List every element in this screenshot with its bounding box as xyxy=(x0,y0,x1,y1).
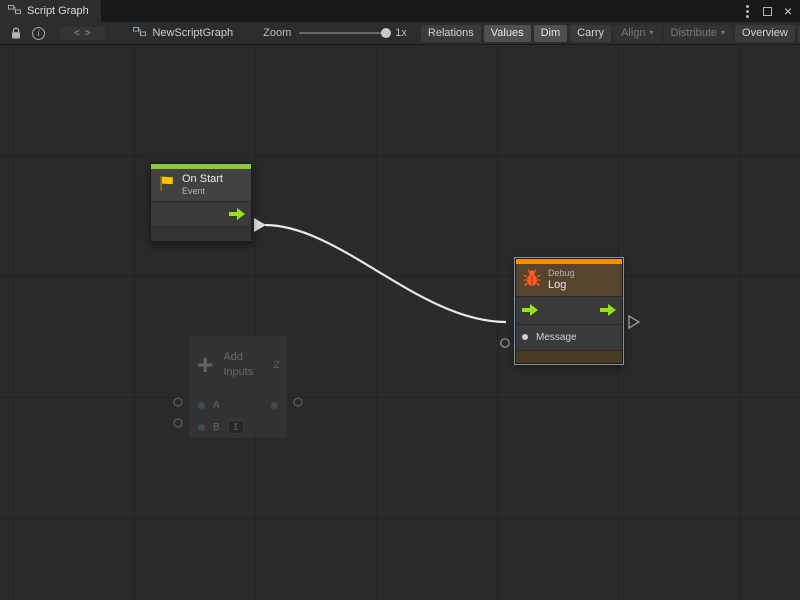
port-a-dot xyxy=(198,402,205,409)
trigger-input-port[interactable] xyxy=(522,304,538,316)
chevron-down-icon: ▾ xyxy=(650,29,654,37)
graph-canvas[interactable]: On Start Event xyxy=(0,45,800,600)
flag-icon xyxy=(157,174,176,196)
trigger-output-port[interactable] xyxy=(600,304,616,316)
port-b-dot xyxy=(198,424,205,431)
on-start-flow-row xyxy=(151,201,251,226)
node-on-start[interactable]: On Start Event xyxy=(150,163,252,242)
output-dot xyxy=(271,402,278,409)
connection-source-arrow xyxy=(254,218,266,232)
inputs-count: 2 xyxy=(273,359,279,371)
debug-log-flow-row xyxy=(516,296,622,324)
code-preview-icon[interactable]: < > xyxy=(60,27,105,40)
dim-button[interactable]: Dim xyxy=(534,25,568,42)
lock-icon[interactable] xyxy=(5,27,27,40)
values-button[interactable]: Values xyxy=(484,25,531,42)
zoom-control: Zoom 1x xyxy=(263,27,407,39)
message-port-dot[interactable] xyxy=(522,334,528,340)
log-output-hint-arrow xyxy=(629,316,639,328)
graph-asset-icon xyxy=(133,26,146,40)
on-start-footer xyxy=(151,226,251,241)
node-title-line1: Add xyxy=(223,350,253,365)
node-add-inputs-ghost: + Add Inputs 2 A B 1 xyxy=(188,335,288,439)
add-inputs-title-block: Add Inputs xyxy=(223,350,253,380)
zoom-value: 1x xyxy=(395,27,407,39)
graph-asset-name: NewScriptGraph xyxy=(152,27,233,39)
node-title-line2: Inputs xyxy=(223,365,253,380)
titlebar: Script Graph × xyxy=(0,0,800,22)
overview-button[interactable]: Overview xyxy=(735,25,795,42)
script-graph-tab-icon xyxy=(8,4,21,18)
on-start-header: On Start Event xyxy=(151,169,251,201)
zoom-slider[interactable] xyxy=(299,32,387,34)
debug-log-footer xyxy=(516,350,622,363)
info-icon[interactable]: i xyxy=(27,27,50,40)
zoom-slider-knob[interactable] xyxy=(381,28,391,38)
connection-on-start-to-log[interactable] xyxy=(265,225,506,322)
port-b-value-field: 1 xyxy=(228,420,244,434)
plus-icon: + xyxy=(197,351,213,379)
message-port-label: Message xyxy=(536,332,577,343)
toolbar-buttons: Relations Values Dim Carry Align ▾ Distr… xyxy=(421,25,800,42)
port-a-label: A xyxy=(213,400,220,411)
graph-asset[interactable]: NewScriptGraph xyxy=(133,26,233,40)
tab-title: Script Graph xyxy=(27,5,89,17)
maximize-icon[interactable] xyxy=(763,7,772,16)
add-inputs-header: + Add Inputs 2 xyxy=(189,336,287,394)
node-debug-log[interactable]: Debug Log xyxy=(515,258,623,364)
chevron-down-icon: ▾ xyxy=(721,29,725,37)
debug-log-title-block: Debug Log xyxy=(548,268,575,292)
tab-script-graph[interactable]: Script Graph xyxy=(0,0,101,22)
ghost-output-socket xyxy=(294,398,302,406)
node-category: Debug xyxy=(548,268,575,279)
message-port-socket[interactable] xyxy=(501,339,509,347)
node-subtitle: Event xyxy=(182,186,223,197)
debug-log-header: Debug Log xyxy=(516,264,622,296)
window-controls: × xyxy=(744,0,800,22)
ghost-port-b-socket xyxy=(174,419,182,427)
bug-icon xyxy=(522,268,542,291)
kebab-menu-icon[interactable] xyxy=(744,3,751,20)
graph-toolbar: i < > NewScriptGraph Zoom 1x Relations V… xyxy=(0,22,800,45)
relations-button[interactable]: Relations xyxy=(421,25,481,42)
port-b-label: B xyxy=(213,422,220,433)
connections-overlay xyxy=(0,45,800,600)
trigger-output-port[interactable] xyxy=(229,208,245,220)
port-row-a: A xyxy=(189,394,287,416)
node-title: Log xyxy=(548,279,575,292)
script-graph-window: Script Graph × i < > xyxy=(0,0,800,600)
zoom-label: Zoom xyxy=(263,27,291,39)
align-button[interactable]: Align ▾ xyxy=(614,25,660,42)
ghost-port-a-socket xyxy=(174,398,182,406)
debug-log-message-row: Message xyxy=(516,324,622,350)
node-title: On Start xyxy=(182,173,223,186)
close-icon[interactable]: × xyxy=(784,4,792,18)
distribute-button[interactable]: Distribute ▾ xyxy=(664,25,732,42)
on-start-title-block: On Start Event xyxy=(182,173,223,197)
carry-button[interactable]: Carry xyxy=(570,25,611,42)
port-row-b: B 1 xyxy=(189,416,287,438)
